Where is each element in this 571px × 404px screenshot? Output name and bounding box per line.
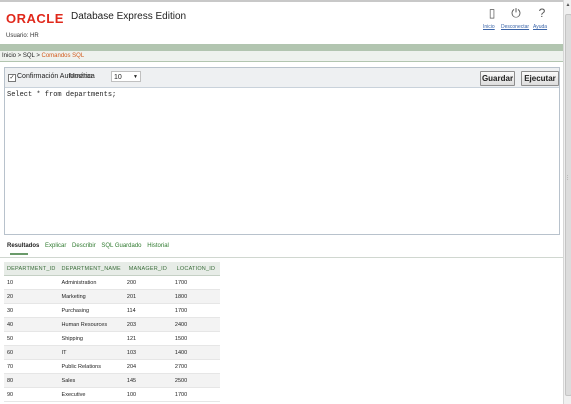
sql-editor-panel: ✓ Confirmación Automática Mostrar 10 ▼ G…	[4, 67, 560, 235]
cell-department-name: Executive	[58, 387, 124, 402]
cell-manager-id: 103	[123, 345, 172, 360]
sql-textarea[interactable]: Select * from departments;	[7, 91, 116, 99]
breadcrumb-sql[interactable]: SQL	[23, 53, 35, 59]
cell-department-id: 70	[4, 359, 59, 374]
cell-department-id: 10	[4, 275, 59, 290]
cell-location-id: 2500	[171, 373, 220, 388]
rows-select[interactable]: 10 ▼	[111, 71, 141, 82]
run-button[interactable]: Ejecutar	[521, 71, 559, 86]
scroll-up-icon[interactable]: ▲	[564, 2, 571, 10]
cell-manager-id: 203	[123, 317, 172, 332]
page-scrollbar[interactable]: ▲	[563, 0, 571, 404]
help-icon[interactable]: ?	[535, 6, 549, 20]
cell-location-id: 1500	[171, 331, 220, 346]
tab-saved-sql[interactable]: SQL Guardado	[101, 243, 141, 249]
breadcrumb-divider	[0, 61, 563, 62]
cell-manager-id: 121	[123, 331, 172, 346]
results-tabs: Resultados Explicar Describir SQL Guarda…	[7, 243, 173, 249]
cell-manager-id: 204	[123, 359, 172, 374]
cell-department-id: 50	[4, 331, 59, 346]
cell-department-name: Human Resources	[58, 317, 124, 332]
active-tab-indicator	[10, 253, 28, 255]
table-row: 60 IT 103 1400	[4, 345, 220, 360]
help-link[interactable]: Ayuda	[533, 24, 547, 30]
cell-department-name: IT	[58, 345, 124, 360]
table-row: 10 Administration 200 1700	[4, 275, 220, 290]
table-row: 90 Executive 100 1700	[4, 387, 220, 402]
cell-manager-id: 201	[123, 289, 172, 304]
current-user: Usuario: HR	[6, 33, 39, 39]
table-row: 40 Human Resources 203 2400	[4, 317, 220, 332]
column-header[interactable]: DEPARTMENT_ID	[4, 262, 59, 276]
table-header-row: DEPARTMENT_ID DEPARTMENT_NAME MANAGER_ID…	[4, 262, 220, 276]
cell-location-id: 2700	[171, 359, 220, 374]
column-header[interactable]: LOCATION_ID	[171, 262, 220, 276]
column-header[interactable]: MANAGER_ID	[123, 262, 172, 276]
table-row: 80 Sales 145 2500	[4, 373, 220, 388]
cell-department-id: 80	[4, 373, 59, 388]
editor-toolbar: ✓ Confirmación Automática Mostrar 10 ▼ G…	[5, 68, 559, 88]
tab-history[interactable]: Historial	[147, 243, 169, 249]
resize-grip-icon[interactable]: ⋮	[565, 175, 570, 181]
cell-location-id: 1700	[171, 275, 220, 290]
table-row: 20 Marketing 201 1800	[4, 289, 220, 304]
power-icon[interactable]: ⏻	[509, 6, 523, 20]
logout-link[interactable]: Desconectar	[501, 24, 529, 30]
header-divider	[0, 44, 563, 51]
results-table: DEPARTMENT_ID DEPARTMENT_NAME MANAGER_ID…	[4, 262, 220, 402]
cell-department-name: Shipping	[58, 331, 124, 346]
table-row: 30 Purchasing 114 1700	[4, 303, 220, 318]
cell-department-id: 60	[4, 345, 59, 360]
cell-location-id: 1800	[171, 289, 220, 304]
scrollbar-thumb[interactable]	[565, 14, 571, 396]
cell-department-id: 20	[4, 289, 59, 304]
cell-location-id: 2400	[171, 317, 220, 332]
table-row: 50 Shipping 121 1500	[4, 331, 220, 346]
cell-location-id: 1400	[171, 345, 220, 360]
cell-manager-id: 114	[123, 303, 172, 318]
cell-department-name: Administration	[58, 275, 124, 290]
cell-department-name: Marketing	[58, 289, 124, 304]
cell-location-id: 1700	[171, 387, 220, 402]
cell-department-name: Public Relations	[58, 359, 124, 374]
breadcrumb-separator: >	[34, 53, 42, 59]
oracle-logo: ORACLE	[6, 11, 64, 26]
cell-location-id: 1700	[171, 303, 220, 318]
breadcrumb-current: Comandos SQL	[41, 53, 85, 59]
cell-manager-id: 145	[123, 373, 172, 388]
results-divider	[0, 257, 563, 258]
cell-department-name: Sales	[58, 373, 124, 388]
save-button[interactable]: Guardar	[480, 71, 515, 86]
table-row: 70 Public Relations 204 2700	[4, 359, 220, 374]
cell-department-id: 40	[4, 317, 59, 332]
column-header[interactable]: DEPARTMENT_NAME	[58, 262, 124, 276]
rows-select-value: 10	[114, 74, 122, 81]
breadcrumb-home[interactable]: Inicio	[2, 53, 16, 59]
tab-explain[interactable]: Explicar	[45, 243, 66, 249]
show-rows-label: Mostrar	[69, 73, 93, 80]
cell-manager-id: 200	[123, 275, 172, 290]
tab-describe[interactable]: Describir	[72, 243, 96, 249]
cell-department-id: 90	[4, 387, 59, 402]
cell-department-id: 30	[4, 303, 59, 318]
home-icon[interactable]: ▯	[485, 6, 499, 20]
autocommit-checkbox[interactable]: ✓	[8, 74, 16, 82]
breadcrumb: Inicio > SQL > Comandos SQL	[0, 51, 563, 61]
home-link[interactable]: Inicio	[483, 24, 495, 30]
product-title: Database Express Edition	[71, 11, 187, 22]
cell-department-name: Purchasing	[58, 303, 124, 318]
cell-manager-id: 100	[123, 387, 172, 402]
tab-results[interactable]: Resultados	[7, 243, 39, 249]
chevron-down-icon: ▼	[133, 74, 138, 80]
breadcrumb-separator: >	[16, 53, 23, 59]
header-actions: ▯ ⏻ ? Inicio Desconectar Ayuda	[481, 6, 551, 34]
page-header: ORACLE Database Express Edition Usuario:…	[0, 2, 563, 40]
